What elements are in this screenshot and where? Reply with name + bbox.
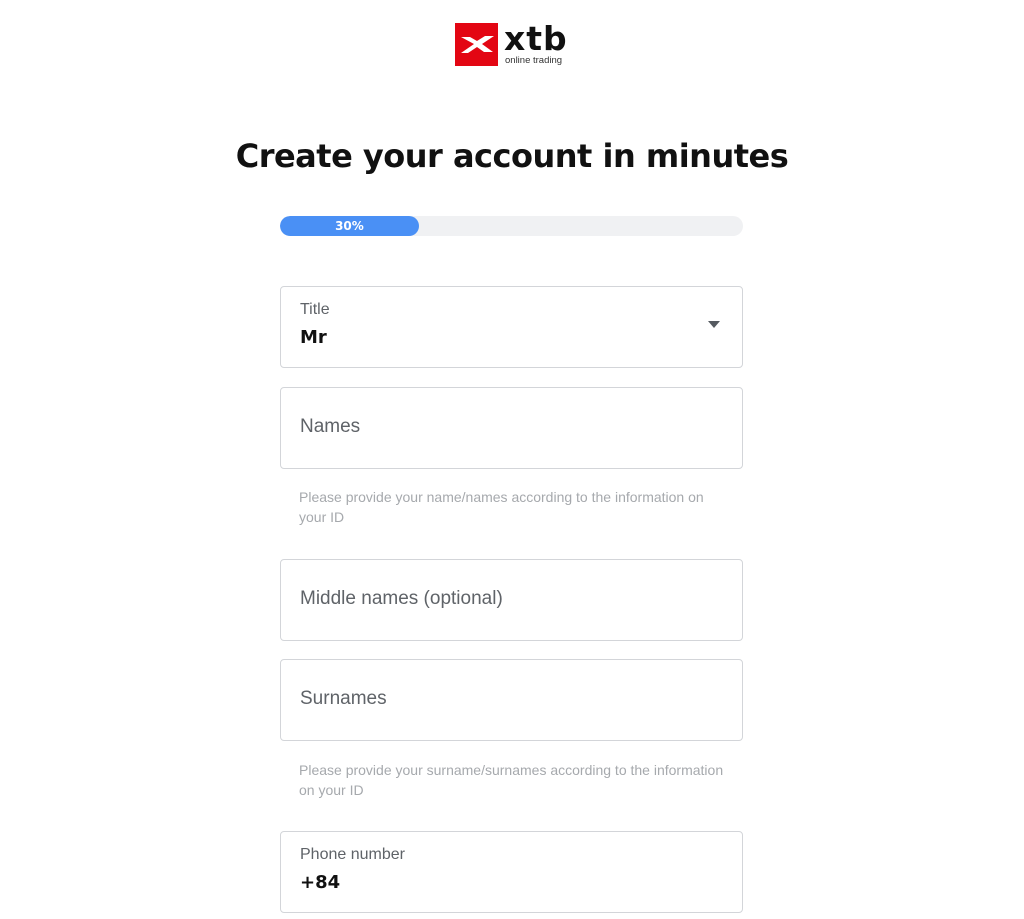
phone-value: +84 [300, 872, 341, 893]
registration-page: xtb online trading Create your account i… [0, 0, 1024, 919]
xtb-logo[interactable]: xtb online trading [455, 19, 575, 69]
title-label: Title [300, 301, 330, 318]
surnames-input[interactable]: Surnames [280, 659, 743, 741]
names-hint: Please provide your name/names according… [299, 489, 704, 525]
chevron-down-icon[interactable] [708, 321, 720, 328]
progress-fill: 30% [280, 216, 419, 236]
surnames-placeholder: Surnames [300, 688, 387, 709]
phone-label: Phone number [300, 846, 405, 863]
logo-tagline: online trading [505, 55, 563, 66]
title-value: Mr [300, 327, 327, 348]
names-input[interactable]: Names [280, 387, 743, 469]
logo-x-icon [461, 36, 494, 53]
logo-mark [455, 23, 498, 66]
middle-names-input[interactable]: Middle names (optional) [280, 559, 743, 641]
progress-bar: 30% [280, 216, 743, 236]
names-placeholder: Names [300, 416, 361, 437]
phone-number-input[interactable]: Phone number +84 [280, 831, 743, 913]
page-title: Create your account in minutes [235, 137, 789, 175]
surnames-hint: Please provide your surname/surnames acc… [299, 762, 724, 798]
middle-names-placeholder: Middle names (optional) [300, 588, 503, 609]
title-select[interactable]: Title Mr [280, 286, 743, 368]
logo-wordmark: xtb [504, 19, 568, 58]
